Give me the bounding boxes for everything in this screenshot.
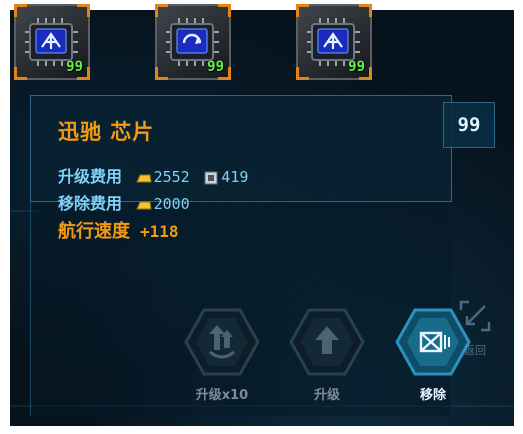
upgrade-x10-label: 升级x10 [195,388,249,403]
speed-stat-label: 航行速度 [58,221,130,242]
level-badge: 99 [443,102,495,148]
remove-cost-label: 移除费用 [58,194,123,213]
item-count: 99 [207,59,224,75]
remove-label: 移除 [419,388,446,403]
item-title: 迅驰 芯片 [58,120,155,144]
upgrade-button[interactable]: 升级 [287,304,367,404]
back-label: 返回 [464,344,486,357]
upgrade-x10-icon [184,308,260,376]
upgrade-x10-button[interactable]: 升级x10 [182,304,262,404]
speed-stat-value: +118 [140,222,179,241]
gold-bar-icon [135,174,152,182]
item-count: 99 [66,59,83,75]
upgrade-parts-cost: 419 [221,168,249,186]
upgrade-gold-cost: 2552 [153,168,190,186]
item-count: 99 [348,59,365,75]
chip-slot-1[interactable]: 99 [14,4,90,80]
back-icon [459,300,491,332]
remove-gold-cost: 2000 [153,195,190,213]
chip-slot-2[interactable]: 99 [155,4,231,80]
back-button[interactable]: 返回 [452,296,498,366]
gold-bar-icon [135,201,152,209]
upgrade-label: 升级 [313,388,340,403]
speed-stat-row: 航行速度 +118 [58,217,179,243]
remove-cost-row: 移除费用 2000 [58,190,190,214]
upgrade-cost-label: 升级费用 [58,167,123,186]
upgrade-icon [289,308,365,376]
chip-slot-3[interactable]: 99 [296,4,372,80]
parts-icon [204,171,218,184]
upgrade-cost-row: 升级费用 2552 419 [58,163,248,187]
